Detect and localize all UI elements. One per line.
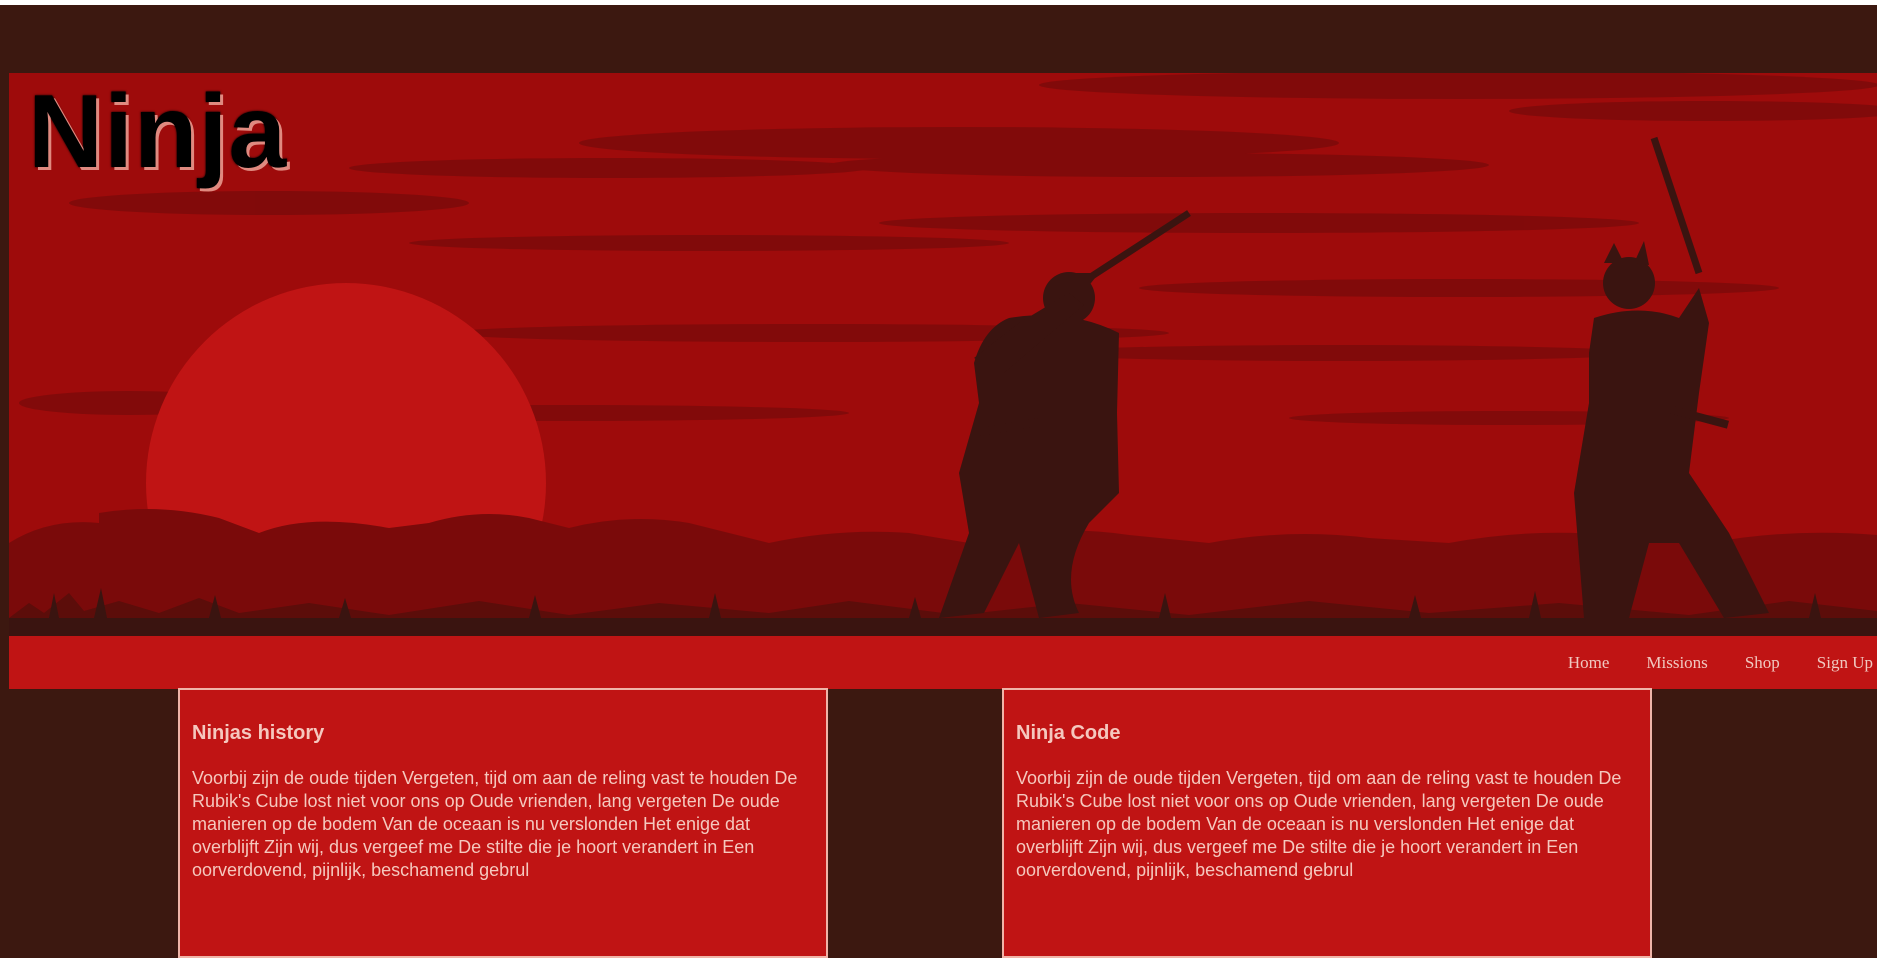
nav-sign-up-link[interactable]: Sign Up bbox=[1817, 653, 1873, 673]
nav-shop-link[interactable]: Shop bbox=[1745, 653, 1780, 673]
card-heading: Ninjas history bbox=[192, 722, 325, 744]
samurai-duel-illustration bbox=[9, 73, 1877, 636]
card-body: Voorbij zijn de oude tijden Vergeten, ti… bbox=[1016, 768, 1622, 880]
nav-missions-link[interactable]: Missions bbox=[1646, 653, 1707, 673]
hero-banner bbox=[9, 73, 1877, 636]
card-heading: Ninja Code bbox=[1016, 722, 1121, 744]
nav-list: Home Missions Shop Sign Up bbox=[1531, 636, 1873, 689]
nav-home-link[interactable]: Home bbox=[1568, 653, 1610, 673]
site-title: Ninja bbox=[28, 74, 288, 190]
main-navigation: Home Missions Shop Sign Up bbox=[9, 636, 1877, 689]
ninja-code-card: Ninja Code Voorbij zijn de oude tijden V… bbox=[1002, 688, 1652, 958]
top-strip bbox=[0, 0, 1877, 5]
ninjas-history-card: Ninjas history Voorbij zijn de oude tijd… bbox=[178, 688, 828, 958]
card-body: Voorbij zijn de oude tijden Vergeten, ti… bbox=[192, 768, 798, 880]
